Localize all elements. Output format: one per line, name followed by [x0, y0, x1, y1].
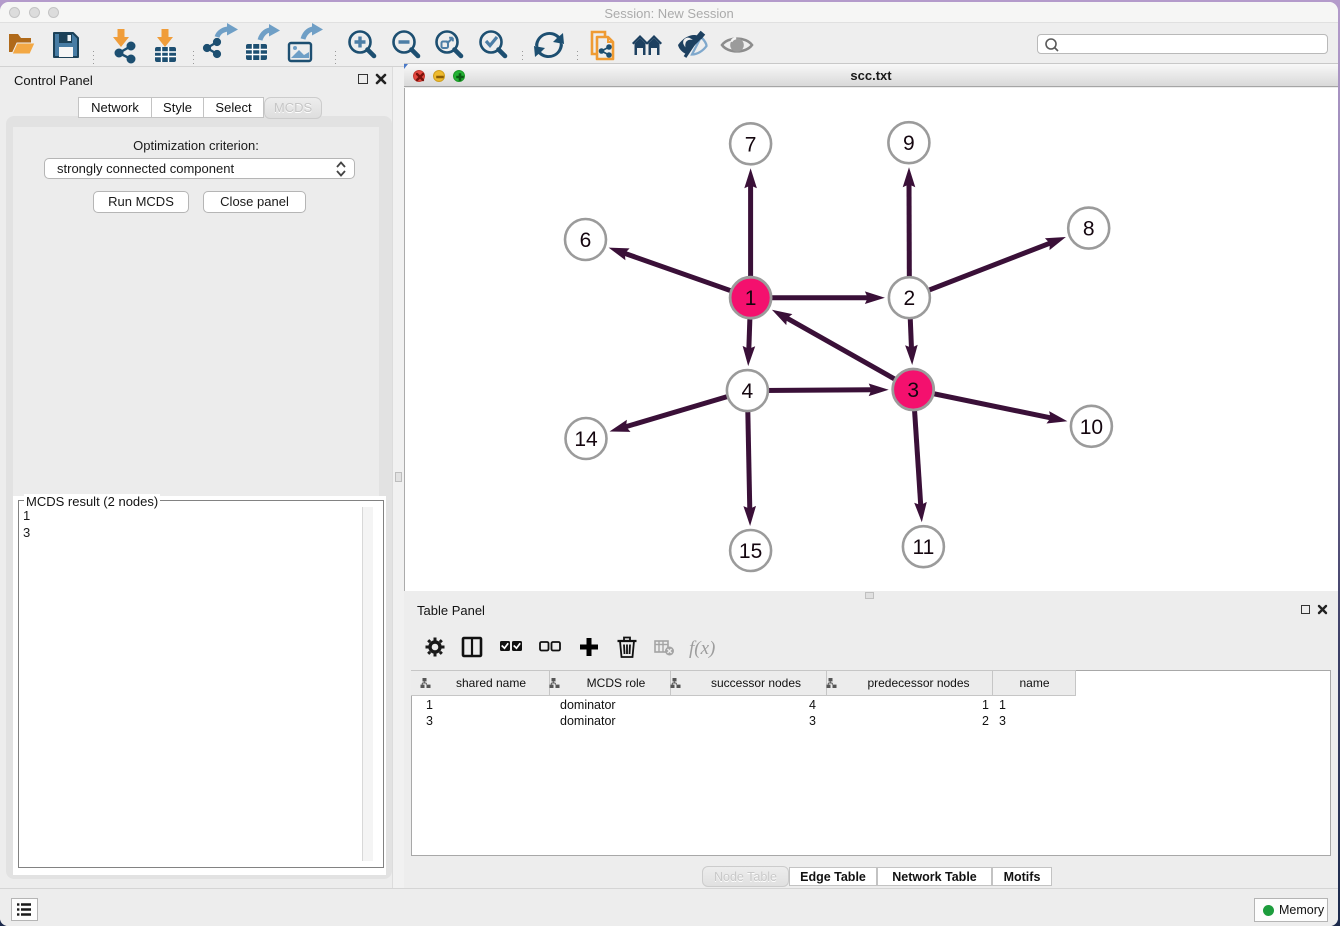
svg-text:10: 10	[1080, 416, 1103, 439]
svg-text:8: 8	[1083, 218, 1095, 241]
svg-text:1: 1	[745, 287, 757, 310]
svg-text:15: 15	[739, 540, 762, 563]
svg-text:9: 9	[903, 132, 915, 155]
svg-text:3: 3	[907, 379, 919, 402]
svg-text:11: 11	[912, 536, 934, 559]
svg-text:6: 6	[580, 229, 592, 252]
svg-text:14: 14	[574, 428, 598, 451]
svg-text:f(x): f(x)	[689, 638, 715, 659]
svg-text:7: 7	[745, 133, 757, 156]
svg-text:4: 4	[742, 380, 754, 403]
svg-text:2: 2	[904, 287, 916, 310]
